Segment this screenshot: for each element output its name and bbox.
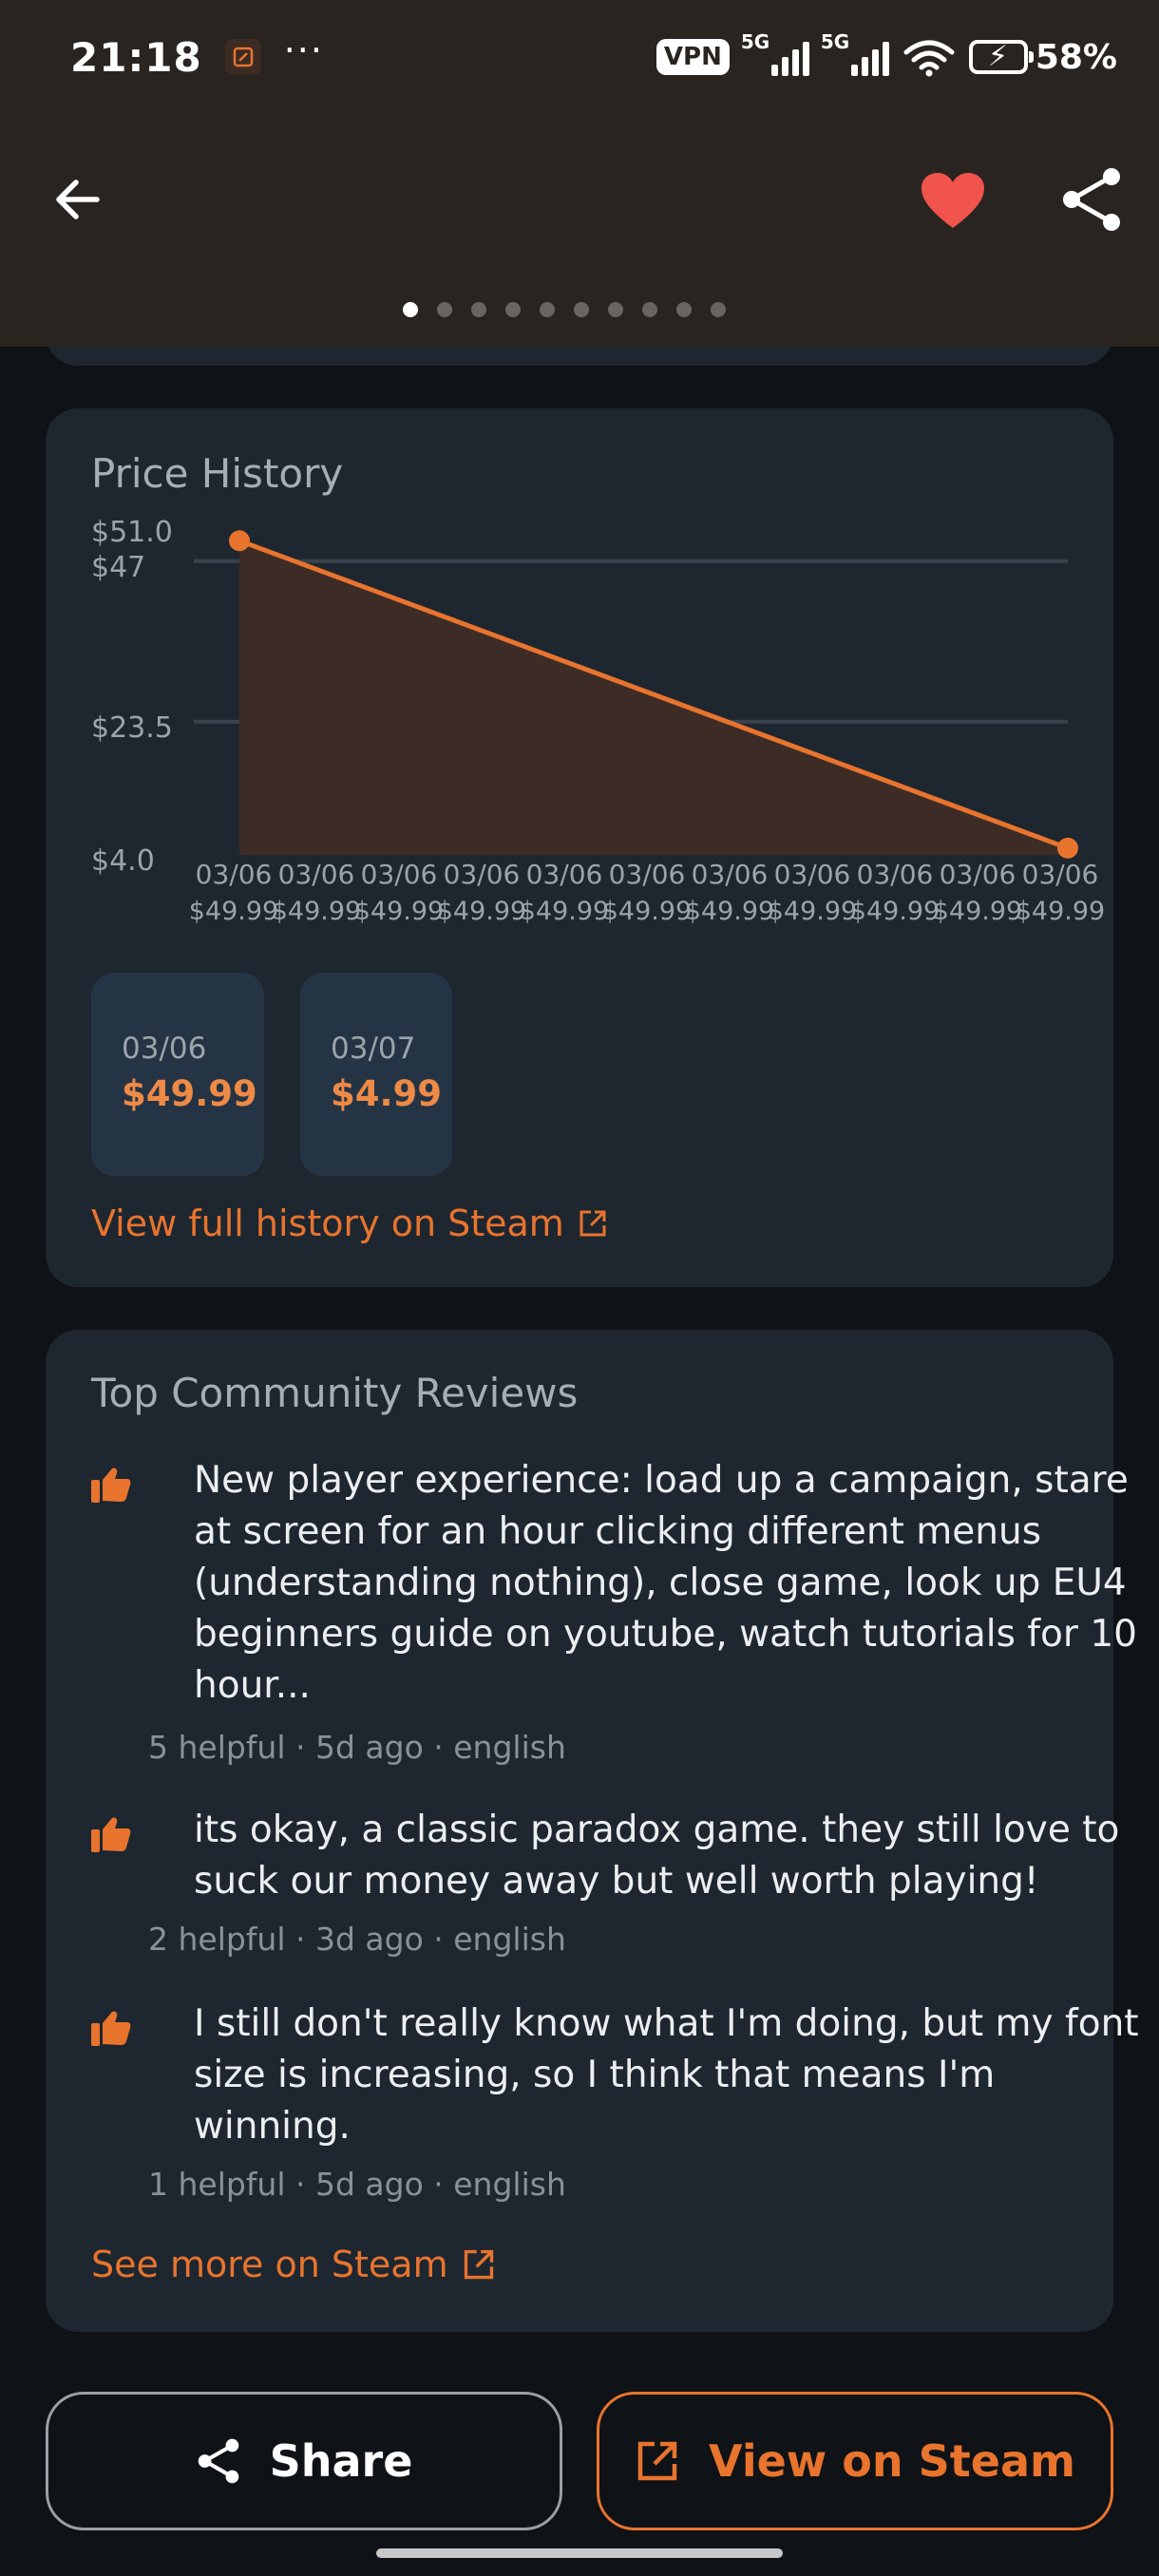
review-meta: 1 helpful · 5d ago · english	[148, 2166, 566, 2203]
notification-app-icon	[224, 39, 261, 75]
chart-x-price-label: $49.99	[1016, 897, 1105, 926]
battery-icon: ⚡	[968, 40, 1034, 74]
chart-x-tick-label: 03/06	[940, 859, 1016, 890]
chart-x-tick-label: 03/06	[444, 859, 521, 890]
pager-dot[interactable]	[471, 302, 486, 317]
thumbs-up-icon	[91, 2011, 131, 2046]
chart-point	[1057, 837, 1078, 859]
price-history-chart: $51.0$47$23.5$4.0 03/06$49.9903/06$49.990…	[91, 516, 1105, 926]
price-chip-date: 03/06	[122, 1032, 207, 1066]
external-link-icon	[637, 2441, 677, 2481]
pager-dot[interactable]	[642, 302, 657, 317]
review-text: I still don't really know what I'm doing…	[194, 2002, 1139, 2148]
chart-x-tick-label: 03/06	[692, 859, 769, 890]
chart-y-tick-label: $4.0	[91, 844, 155, 878]
chart-x-tick-label: 03/06	[361, 859, 438, 890]
chart-x-price-label: $49.99	[189, 897, 278, 926]
wifi-icon	[903, 40, 955, 77]
price-chip-price: $49.99	[122, 1073, 257, 1114]
chart-x-price-label: $49.99	[272, 897, 361, 926]
pager-dot[interactable]	[676, 302, 692, 317]
chart-x-tick-label: 03/06	[857, 859, 934, 890]
chart-y-tick-label: $51.0	[91, 516, 173, 549]
chart-x-price-label: $49.99	[520, 897, 609, 926]
chart-x-tick-label: 03/06	[1022, 859, 1099, 890]
chart-x-tick-label: 03/06	[609, 859, 686, 890]
status-bar: 21:18 ··· VPN 5G 5G ⚡ 58%	[0, 0, 1159, 114]
share-icon	[198, 2438, 238, 2484]
chart-x-price-label: $49.99	[850, 897, 940, 926]
image-pager-dots[interactable]	[0, 302, 1159, 325]
chart-x-price-label: $49.99	[437, 897, 526, 926]
thumbs-up-icon	[91, 1468, 131, 1503]
view-on-steam-button[interactable]: View on Steam	[597, 2392, 1113, 2530]
thumbs-up-icon	[91, 1817, 131, 1852]
pager-dot[interactable]	[403, 302, 418, 317]
price-chip[interactable]: 03/06 $49.99	[91, 973, 264, 1176]
pager-dot[interactable]	[711, 302, 726, 317]
view-full-history-link[interactable]: View full history on Steam	[91, 1203, 608, 1244]
review-meta: 2 helpful · 3d ago · english	[148, 1921, 566, 1958]
chart-x-tick-label: 03/06	[196, 859, 273, 890]
chart-y-tick-label: $23.5	[91, 711, 173, 745]
favorite-heart-icon[interactable]	[920, 171, 986, 232]
price-history-card: Price History $51.0 $47 $23.5 $4.0 03/06 $49.…	[46, 408, 1113, 1287]
nav-row	[0, 142, 1159, 252]
back-arrow-icon[interactable]	[49, 171, 106, 228]
review-text: New player experience: load up a campaig…	[194, 1459, 1137, 1707]
price-chip-date: 03/07	[331, 1032, 416, 1066]
chart-y-tick-label: $47	[91, 551, 145, 584]
pager-dot[interactable]	[437, 302, 452, 317]
pager-dot[interactable]	[505, 302, 521, 317]
chart-x-price-label: $49.99	[602, 897, 692, 926]
chart-x-price-label: $49.99	[685, 897, 774, 926]
chart-x-tick-label: 03/06	[526, 859, 603, 890]
see-more-label: See more on Steam	[91, 2244, 448, 2285]
see-more-on-steam-link[interactable]: See more on Steam	[91, 2244, 496, 2285]
app-header: 21:18 ··· VPN 5G 5G ⚡ 58%	[0, 0, 1159, 347]
chart-x-price-label: $49.99	[933, 897, 1022, 926]
community-reviews-card: Top Community Reviews New player experie…	[46, 1330, 1139, 2332]
pager-dot[interactable]	[574, 302, 589, 317]
battery-percent: 58%	[1035, 37, 1117, 77]
chart-x-price-label: $49.99	[768, 897, 857, 926]
vpn-badge: VPN	[656, 39, 730, 75]
external-link-icon	[464, 2249, 493, 2280]
price-chip-price: $4.99	[331, 1073, 443, 1114]
share-button[interactable]: Share	[46, 2392, 562, 2530]
pager-dot[interactable]	[608, 302, 623, 317]
home-indicator	[376, 2548, 783, 2558]
share-icon[interactable]	[1058, 165, 1125, 234]
chart-x-tick-label: 03/06	[278, 859, 355, 890]
status-time: 21:18	[70, 33, 202, 81]
chart-x-tick-label: 03/06	[774, 859, 851, 890]
chart-x-price-label: $49.99	[354, 897, 444, 926]
signal-icon-2: 5G	[821, 30, 889, 76]
price-chip[interactable]: 03/07 $4.99	[300, 973, 452, 1176]
view-full-history-label: View full history on Steam	[91, 1203, 564, 1244]
external-link-icon	[580, 1210, 606, 1237]
review-meta: 5 helpful · 5d ago · english	[148, 1729, 566, 1766]
more-notifications-icon: ···	[283, 29, 324, 71]
share-button-label: Share	[269, 2435, 413, 2487]
signal-icon: 5G	[741, 30, 809, 76]
pager-dot[interactable]	[540, 302, 555, 317]
view-on-steam-label: View on Steam	[709, 2435, 1075, 2487]
battery-indicator: ⚡ 58%	[968, 37, 1117, 77]
reviews-title: Top Community Reviews	[91, 1370, 579, 1416]
chart-point	[229, 530, 250, 552]
review-text: its okay, a classic paradox game. they s…	[194, 1809, 1120, 1903]
